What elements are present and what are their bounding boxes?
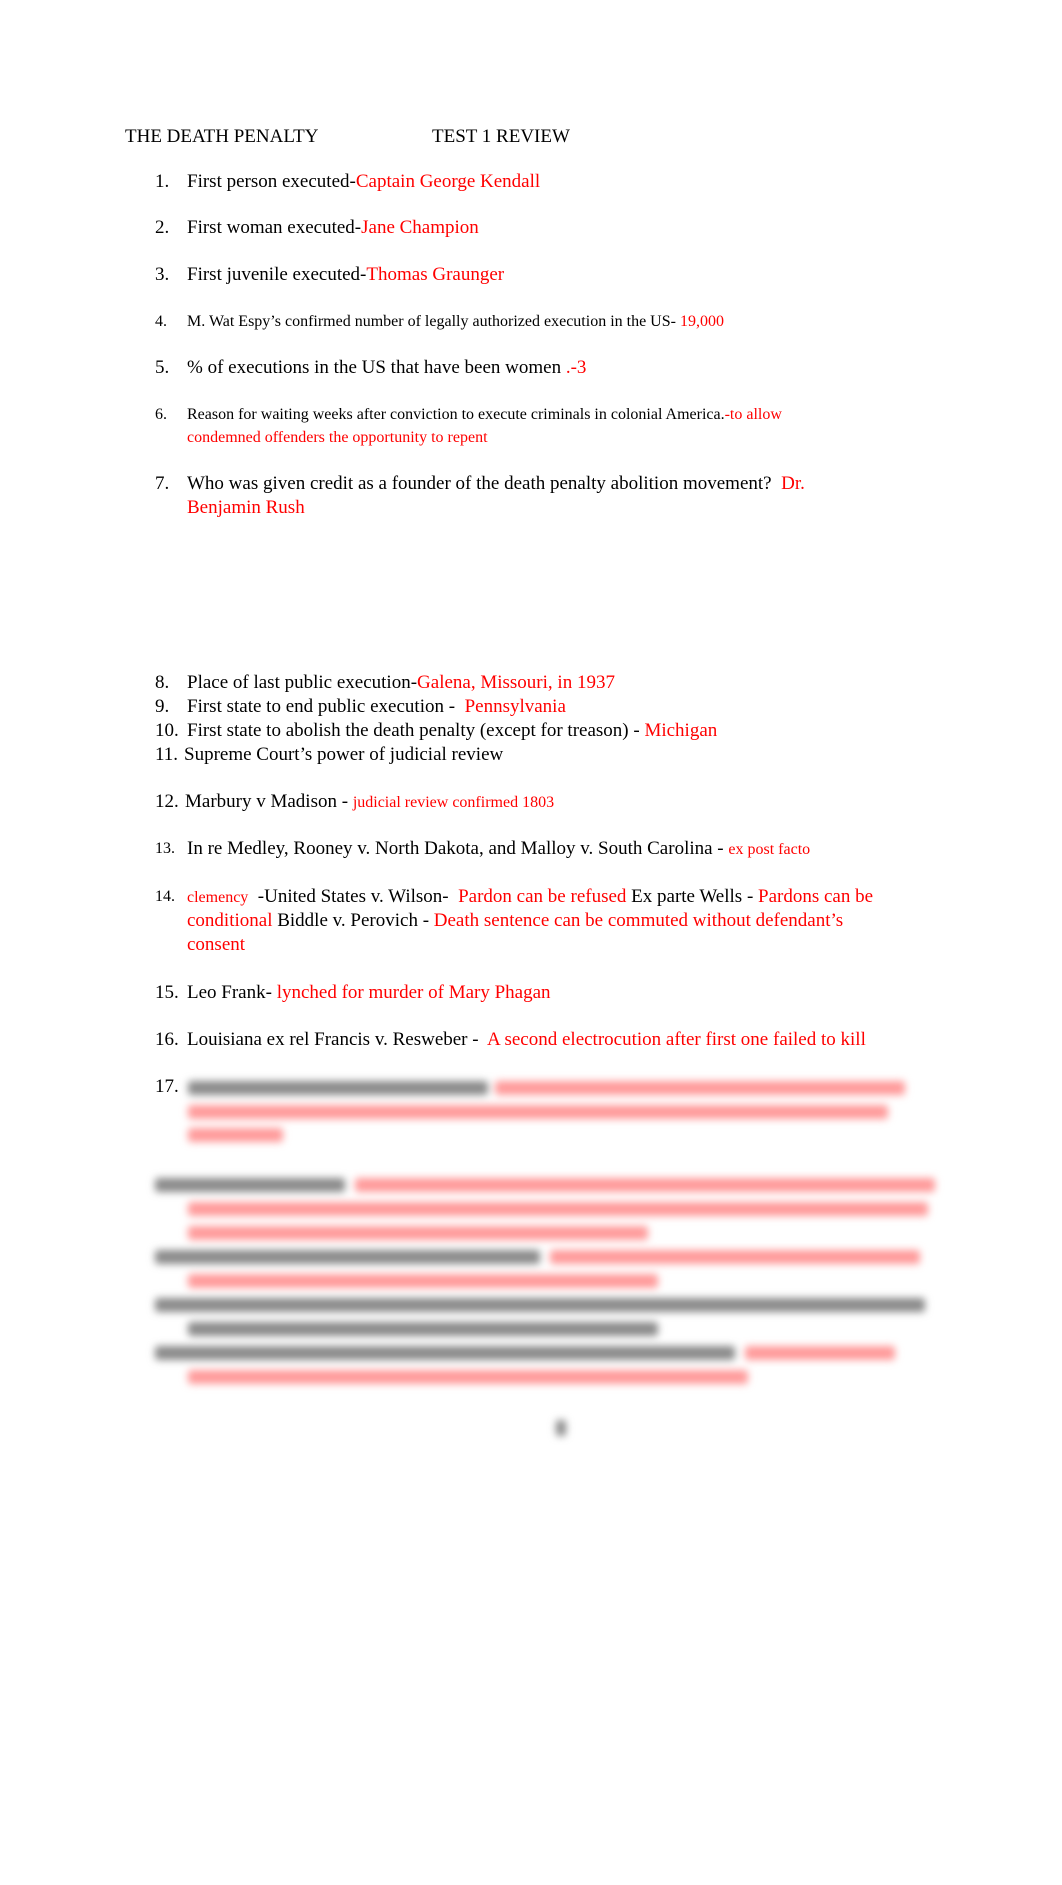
blurred-content [0,0,1062,1450]
document-page: THE DEATH PENALTY TEST 1 REVIEW 1. First… [0,0,1062,1885]
